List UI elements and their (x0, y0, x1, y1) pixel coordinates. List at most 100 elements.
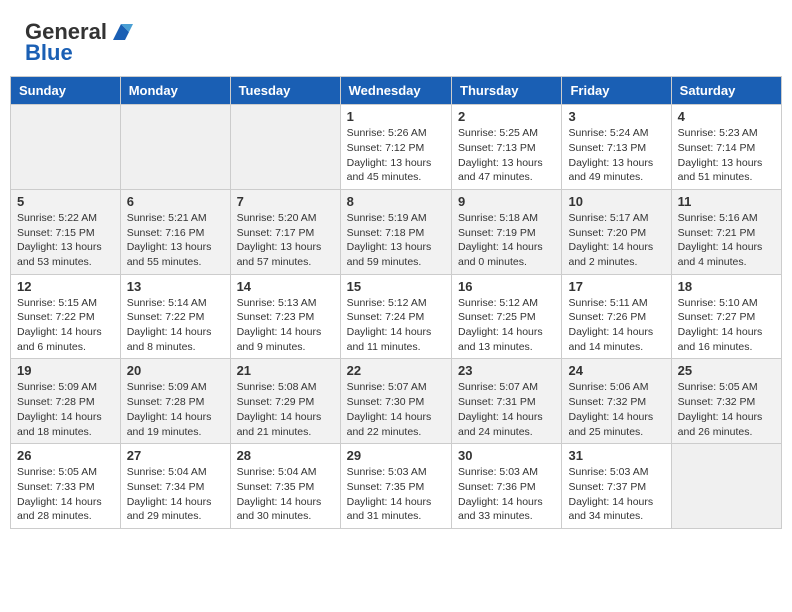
calendar-cell (230, 105, 340, 190)
day-number: 6 (127, 194, 224, 209)
calendar-cell (120, 105, 230, 190)
calendar-week-row: 19Sunrise: 5:09 AM Sunset: 7:28 PM Dayli… (11, 359, 782, 444)
calendar-cell: 19Sunrise: 5:09 AM Sunset: 7:28 PM Dayli… (11, 359, 121, 444)
day-number: 26 (17, 448, 114, 463)
day-info: Sunrise: 5:22 AM Sunset: 7:15 PM Dayligh… (17, 211, 114, 270)
calendar-week-row: 26 Sunrise: 5:05 AM Sunset: 7:33 PM Dayli… (11, 444, 782, 529)
day-info: Sunrise: 5:06 AM Sunset: 7:32 PM Dayligh… (568, 380, 664, 439)
day-info: Sunrise: 5:12 AM Sunset: 7:24 PM Dayligh… (347, 296, 445, 355)
calendar-cell: 31 Sunrise: 5:03 AM Sunset: 7:37 PM Dayli… (562, 444, 671, 529)
calendar-cell: 18 Sunrise: 5:10 AM Sunset: 7:27 PM Dayli… (671, 274, 781, 359)
day-number: 15 (347, 279, 445, 294)
calendar-cell: 1 Sunrise: 5:26 AM Sunset: 7:12 PM Daylig… (340, 105, 451, 190)
day-header-saturday: Saturday (671, 77, 781, 105)
calendar-header-row: SundayMondayTuesdayWednesdayThursdayFrid… (11, 77, 782, 105)
calendar-cell: 24 Sunrise: 5:06 AM Sunset: 7:32 PM Dayli… (562, 359, 671, 444)
day-number: 16 (458, 279, 555, 294)
day-info: Sunrise: 5:05 AM Sunset: 7:32 PM Dayligh… (678, 380, 775, 439)
calendar-week-row: 5Sunrise: 5:22 AM Sunset: 7:15 PM Daylig… (11, 189, 782, 274)
day-number: 25 (678, 363, 775, 378)
calendar-cell: 28 Sunrise: 5:04 AM Sunset: 7:35 PM Dayli… (230, 444, 340, 529)
day-number: 18 (678, 279, 775, 294)
day-header-monday: Monday (120, 77, 230, 105)
calendar-cell: 7Sunrise: 5:20 AM Sunset: 7:17 PM Daylig… (230, 189, 340, 274)
day-info: Sunrise: 5:25 AM Sunset: 7:13 PM Dayligh… (458, 126, 555, 185)
day-number: 21 (237, 363, 334, 378)
calendar-cell: 5Sunrise: 5:22 AM Sunset: 7:15 PM Daylig… (11, 189, 121, 274)
day-info: Sunrise: 5:14 AM Sunset: 7:22 PM Dayligh… (127, 296, 224, 355)
calendar-cell: 20Sunrise: 5:09 AM Sunset: 7:28 PM Dayli… (120, 359, 230, 444)
day-number: 27 (127, 448, 224, 463)
day-info: Sunrise: 5:20 AM Sunset: 7:17 PM Dayligh… (237, 211, 334, 270)
calendar-cell: 14Sunrise: 5:13 AM Sunset: 7:23 PM Dayli… (230, 274, 340, 359)
day-header-friday: Friday (562, 77, 671, 105)
calendar-cell: 23 Sunrise: 5:07 AM Sunset: 7:31 PM Dayli… (452, 359, 562, 444)
day-info: Sunrise: 5:04 AM Sunset: 7:35 PM Dayligh… (237, 465, 334, 524)
calendar-cell: 3Sunrise: 5:24 AM Sunset: 7:13 PM Daylig… (562, 105, 671, 190)
day-header-sunday: Sunday (11, 77, 121, 105)
day-number: 30 (458, 448, 555, 463)
day-number: 31 (568, 448, 664, 463)
day-info: Sunrise: 5:19 AM Sunset: 7:18 PM Dayligh… (347, 211, 445, 270)
day-number: 22 (347, 363, 445, 378)
day-info: Sunrise: 5:23 AM Sunset: 7:14 PM Dayligh… (678, 126, 775, 185)
calendar-cell (11, 105, 121, 190)
logo-icon (109, 20, 133, 44)
day-number: 9 (458, 194, 555, 209)
day-number: 29 (347, 448, 445, 463)
calendar-cell: 9 Sunrise: 5:18 AM Sunset: 7:19 PM Daylig… (452, 189, 562, 274)
day-info: Sunrise: 5:10 AM Sunset: 7:27 PM Dayligh… (678, 296, 775, 355)
day-info: Sunrise: 5:12 AM Sunset: 7:25 PM Dayligh… (458, 296, 555, 355)
calendar-cell: 12 Sunrise: 5:15 AM Sunset: 7:22 PM Dayli… (11, 274, 121, 359)
calendar-cell: 21Sunrise: 5:08 AM Sunset: 7:29 PM Dayli… (230, 359, 340, 444)
day-number: 1 (347, 109, 445, 124)
calendar-cell: 15 Sunrise: 5:12 AM Sunset: 7:24 PM Dayli… (340, 274, 451, 359)
day-number: 3 (568, 109, 664, 124)
day-info: Sunrise: 5:26 AM Sunset: 7:12 PM Dayligh… (347, 126, 445, 185)
calendar-cell: 17 Sunrise: 5:11 AM Sunset: 7:26 PM Dayli… (562, 274, 671, 359)
day-info: Sunrise: 5:21 AM Sunset: 7:16 PM Dayligh… (127, 211, 224, 270)
calendar-cell: 10 Sunrise: 5:17 AM Sunset: 7:20 PM Dayli… (562, 189, 671, 274)
calendar-week-row: 1 Sunrise: 5:26 AM Sunset: 7:12 PM Daylig… (11, 105, 782, 190)
calendar-cell: 11Sunrise: 5:16 AM Sunset: 7:21 PM Dayli… (671, 189, 781, 274)
calendar-cell: 4 Sunrise: 5:23 AM Sunset: 7:14 PM Daylig… (671, 105, 781, 190)
page-header: General Blue (10, 10, 782, 71)
day-info: Sunrise: 5:15 AM Sunset: 7:22 PM Dayligh… (17, 296, 114, 355)
day-number: 20 (127, 363, 224, 378)
calendar-cell: 8 Sunrise: 5:19 AM Sunset: 7:18 PM Daylig… (340, 189, 451, 274)
day-info: Sunrise: 5:11 AM Sunset: 7:26 PM Dayligh… (568, 296, 664, 355)
calendar-cell: 29 Sunrise: 5:03 AM Sunset: 7:35 PM Dayli… (340, 444, 451, 529)
day-header-tuesday: Tuesday (230, 77, 340, 105)
day-number: 17 (568, 279, 664, 294)
day-number: 10 (568, 194, 664, 209)
calendar-cell: 2 Sunrise: 5:25 AM Sunset: 7:13 PM Daylig… (452, 105, 562, 190)
calendar-cell: 13Sunrise: 5:14 AM Sunset: 7:22 PM Dayli… (120, 274, 230, 359)
day-info: Sunrise: 5:07 AM Sunset: 7:31 PM Dayligh… (458, 380, 555, 439)
day-number: 8 (347, 194, 445, 209)
day-info: Sunrise: 5:13 AM Sunset: 7:23 PM Dayligh… (237, 296, 334, 355)
day-number: 4 (678, 109, 775, 124)
day-header-wednesday: Wednesday (340, 77, 451, 105)
logo: General Blue (25, 20, 133, 66)
day-info: Sunrise: 5:03 AM Sunset: 7:35 PM Dayligh… (347, 465, 445, 524)
calendar-table: SundayMondayTuesdayWednesdayThursdayFrid… (10, 76, 782, 529)
day-info: Sunrise: 5:18 AM Sunset: 7:19 PM Dayligh… (458, 211, 555, 270)
day-number: 2 (458, 109, 555, 124)
calendar-cell: 25 Sunrise: 5:05 AM Sunset: 7:32 PM Dayli… (671, 359, 781, 444)
calendar-cell: 6 Sunrise: 5:21 AM Sunset: 7:16 PM Daylig… (120, 189, 230, 274)
day-number: 24 (568, 363, 664, 378)
calendar-week-row: 12 Sunrise: 5:15 AM Sunset: 7:22 PM Dayli… (11, 274, 782, 359)
day-info: Sunrise: 5:03 AM Sunset: 7:36 PM Dayligh… (458, 465, 555, 524)
calendar-cell: 16 Sunrise: 5:12 AM Sunset: 7:25 PM Dayli… (452, 274, 562, 359)
day-info: Sunrise: 5:07 AM Sunset: 7:30 PM Dayligh… (347, 380, 445, 439)
calendar-cell (671, 444, 781, 529)
day-number: 12 (17, 279, 114, 294)
day-info: Sunrise: 5:05 AM Sunset: 7:33 PM Dayligh… (17, 465, 114, 524)
day-info: Sunrise: 5:09 AM Sunset: 7:28 PM Dayligh… (17, 380, 114, 439)
day-info: Sunrise: 5:03 AM Sunset: 7:37 PM Dayligh… (568, 465, 664, 524)
day-number: 28 (237, 448, 334, 463)
calendar-cell: 27Sunrise: 5:04 AM Sunset: 7:34 PM Dayli… (120, 444, 230, 529)
day-number: 23 (458, 363, 555, 378)
day-info: Sunrise: 5:17 AM Sunset: 7:20 PM Dayligh… (568, 211, 664, 270)
calendar-cell: 30 Sunrise: 5:03 AM Sunset: 7:36 PM Dayli… (452, 444, 562, 529)
